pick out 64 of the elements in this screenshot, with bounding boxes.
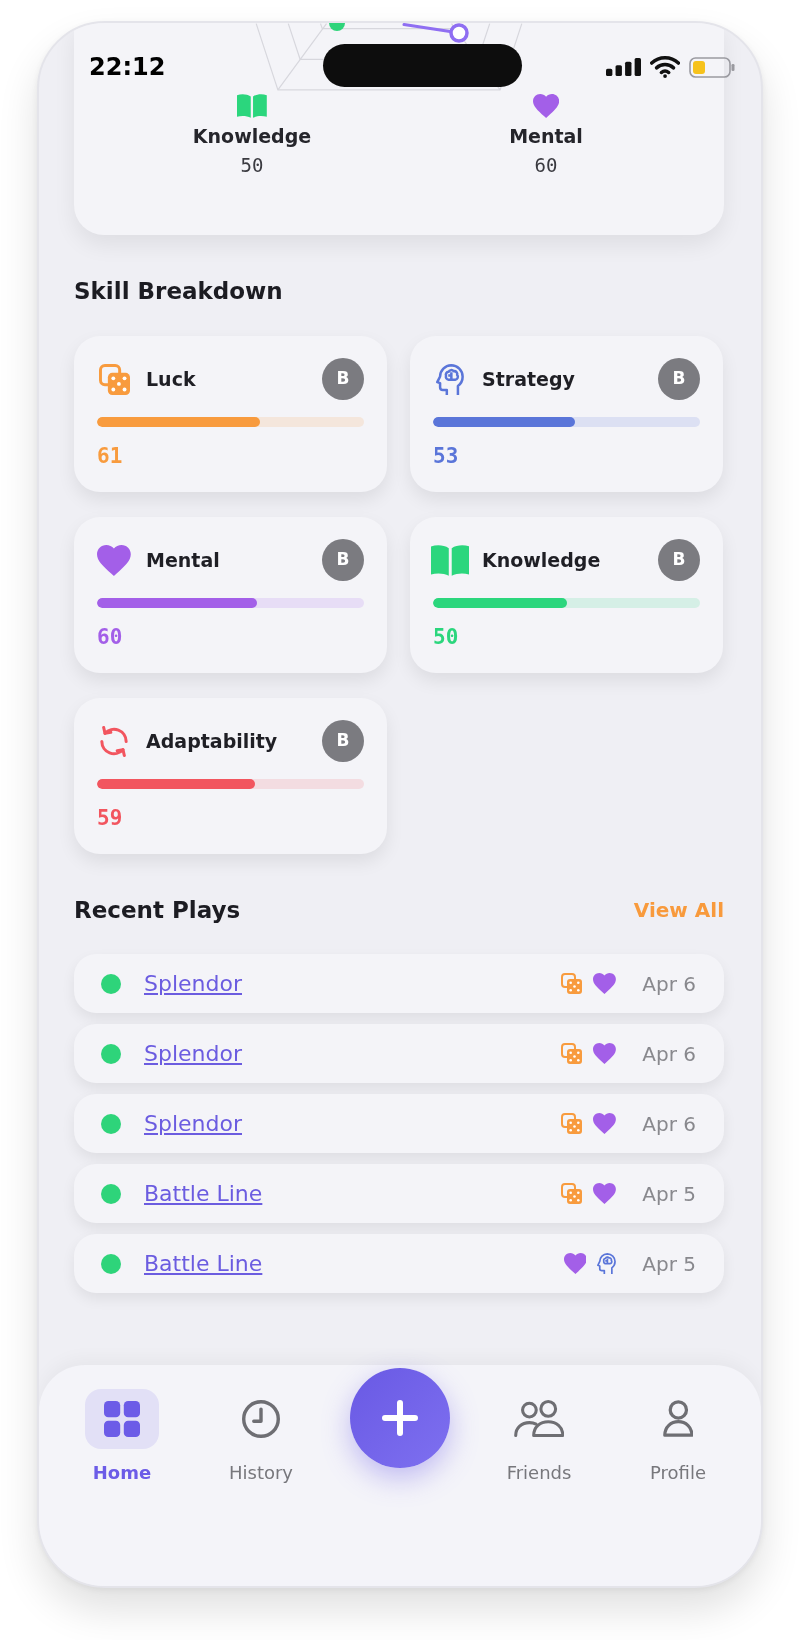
heart-icon [593,1113,617,1134]
skill-name: Knowledge [482,548,601,572]
play-date: Apr 5 [642,1251,696,1276]
head-icon [597,1253,617,1274]
grade-badge: B [322,358,364,400]
dice-icon [561,1113,583,1134]
skill-name: Mental [146,548,220,572]
add-button[interactable] [350,1368,450,1468]
play-date: Apr 6 [642,1041,696,1066]
plus-icon [382,1400,418,1436]
skill-name: Strategy [482,367,575,391]
clock-icon [242,1399,280,1438]
grade-badge: B [322,539,364,581]
dice-icon [98,363,130,395]
nav-tab[interactable]: History [228,1388,293,1484]
skill-score: 59 [97,806,124,830]
section-title: Skill Breakdown [74,277,284,305]
skill-score: 50 [433,625,460,649]
play-date: Apr 5 [642,1181,696,1206]
dice-icon [561,1183,583,1204]
skill-score: 53 [433,444,460,468]
grade-badge: B [658,358,700,400]
game-link[interactable]: Splendor [144,970,242,997]
book-icon [430,544,470,576]
heart-icon [563,1253,587,1274]
grade-badge: B [658,539,700,581]
play-date: Apr 6 [642,1111,696,1136]
people-icon [513,1400,565,1437]
skill-score: 61 [97,444,124,468]
heart-icon [593,973,617,994]
nav-tab[interactable]: Friends [506,1388,572,1484]
radar-point [329,23,345,31]
skill-score: 60 [97,625,124,649]
person-icon [662,1400,694,1437]
wifi-icon [649,56,680,78]
game-link[interactable]: Battle Line [144,1250,263,1277]
axis-label: Mental [509,124,583,148]
heart-icon [593,1183,617,1204]
dice-icon [561,1043,583,1064]
nav-tab[interactable]: Home [85,1388,159,1484]
skill-name: Adaptability [146,729,278,753]
axis-value: 50 [240,154,264,176]
radar-line [402,23,452,33]
status-time: 22:12 [89,53,167,81]
play-date: Apr 6 [642,971,696,996]
book-icon [237,94,267,118]
skill-name: Luck [146,367,196,391]
dice-icon [561,973,583,994]
circular-arrows-icon [100,725,128,757]
game-link[interactable]: Splendor [144,1110,242,1137]
section-title: Recent Plays [74,896,241,924]
signal-icon [605,58,641,76]
nav-tab[interactable]: Profile [650,1388,706,1484]
heart-icon [593,1043,617,1064]
heart-icon [97,544,131,576]
heart-icon [532,94,560,118]
axis-value: 60 [534,154,558,176]
grade-badge: B [322,720,364,762]
head-icon [436,363,464,395]
game-link[interactable]: Battle Line [144,1180,263,1207]
battery-icon [689,56,735,78]
axis-label: Knowledge [192,124,312,148]
game-link[interactable]: Splendor [144,1040,242,1067]
grid-icon [85,1388,159,1449]
